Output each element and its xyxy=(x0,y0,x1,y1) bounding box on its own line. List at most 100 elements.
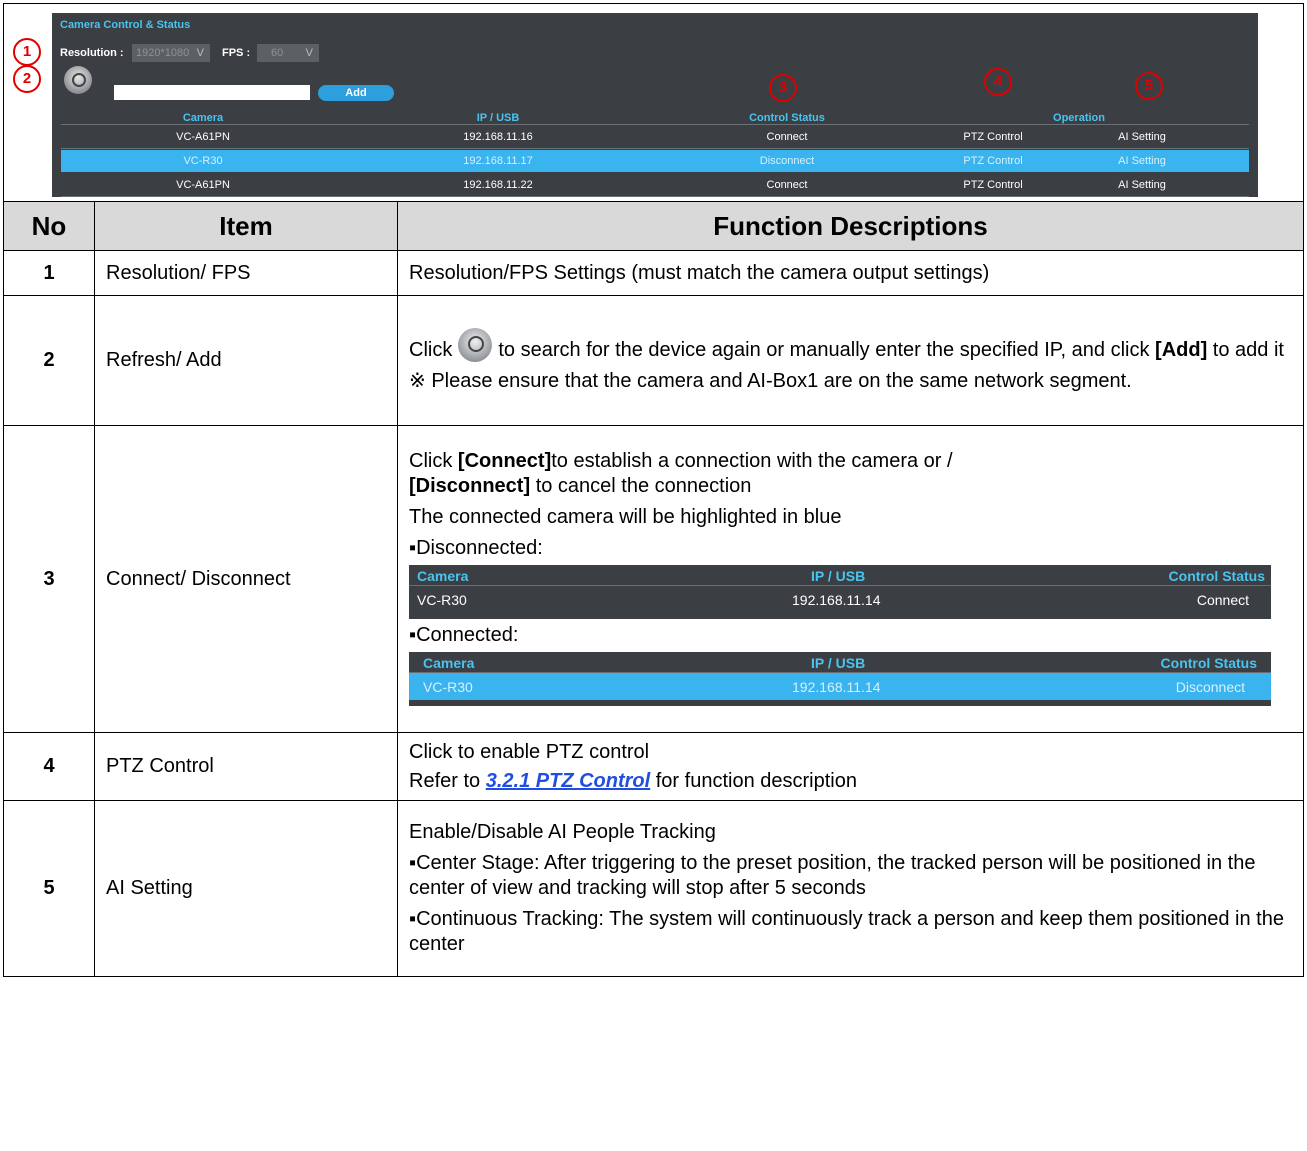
disconnected-example: Camera IP / USB Control Status VC-R30 19… xyxy=(409,564,1271,619)
col-operation: Operation xyxy=(1053,112,1105,124)
col-camera: Camera xyxy=(182,112,224,124)
camera-name: VC-A61PN xyxy=(176,179,230,191)
desc-text: to cancel the connection xyxy=(535,474,752,497)
desc-text: Click xyxy=(409,449,453,472)
mini-ip: 192.168.11.14 xyxy=(792,678,881,695)
disconnected-label: ▪Disconnected: xyxy=(409,536,543,559)
row-item: AI Setting xyxy=(94,800,398,977)
row-number: 4 xyxy=(3,732,95,801)
ptz-control-link[interactable]: PTZ Control xyxy=(963,155,1022,167)
desc-text: to establish a connection with the camer… xyxy=(551,449,953,472)
connected-example: Camera IP / USB Control Status VC-R30 19… xyxy=(409,651,1271,706)
camera-row[interactable]: VC-A61PN 192.168.11.16 Connect PTZ Contr… xyxy=(61,126,1249,148)
fps-label: FPS : xyxy=(222,47,251,59)
connect-link[interactable]: Connect xyxy=(1197,592,1249,610)
camera-name: VC-R30 xyxy=(183,155,223,167)
table-row: 3 Connect/ Disconnect Click [Connect]to … xyxy=(3,425,1305,733)
disconnect-link[interactable]: Disconnect xyxy=(1176,679,1245,697)
camera-control-panel: Camera Control & Status Resolution : 192… xyxy=(52,13,1258,197)
row-divider xyxy=(61,148,1249,149)
camera-row[interactable]: VC-A61PN 192.168.11.22 Connect PTZ Contr… xyxy=(61,174,1249,196)
note-text: ※ Please ensure that the camera and AI-B… xyxy=(409,369,1132,392)
desc-text: Refer to xyxy=(409,769,481,792)
ai-setting-link[interactable]: AI Setting xyxy=(1118,155,1166,167)
row-number: 5 xyxy=(3,800,95,977)
connect-link[interactable]: Connect xyxy=(767,131,808,143)
connect-link[interactable]: Connect xyxy=(767,179,808,191)
row-description: Enable/Disable AI People Tracking ▪Cente… xyxy=(396,800,1305,977)
resolution-select[interactable]: 1920*1080 V xyxy=(132,44,210,62)
add-button[interactable]: Add xyxy=(318,85,394,101)
table-row: 4 PTZ Control Click to enable PTZ contro… xyxy=(3,732,1305,801)
row-number: 1 xyxy=(3,250,95,296)
table-row: 5 AI Setting Enable/Disable AI People Tr… xyxy=(3,800,1305,977)
camera-row-selected[interactable]: VC-R30 192.168.11.17 Disconnect PTZ Cont… xyxy=(61,150,1249,172)
mini-col-status: Control Status xyxy=(1160,654,1257,671)
table-header: No Item Function Descriptions xyxy=(3,201,1305,251)
ai-setting-link[interactable]: AI Setting xyxy=(1118,179,1166,191)
desc-text: Click xyxy=(409,338,453,361)
desc-text: ▪Continuous Tracking: The system will co… xyxy=(409,908,1284,955)
row-description: Click to enable PTZ control Refer to 3.2… xyxy=(396,732,1305,801)
chevron-down-icon: V xyxy=(305,47,313,59)
callout-marker-5: 5 xyxy=(1135,72,1163,100)
mini-row: VC-R30 192.168.11.14 Disconnect xyxy=(409,672,1271,700)
chevron-down-icon: V xyxy=(196,47,204,59)
mini-col-camera: Camera xyxy=(417,567,469,584)
header-divider xyxy=(61,124,1249,125)
row-item: Connect/ Disconnect xyxy=(94,425,398,733)
row-description: Click [Connect]to establish a connection… xyxy=(396,425,1305,733)
row-item: PTZ Control xyxy=(94,732,398,801)
desc-text: to search for the device again or manual… xyxy=(498,338,1150,361)
row-description: Resolution/FPS Settings (must match the … xyxy=(396,250,1305,296)
resolution-value: 1920*1080 xyxy=(136,47,190,59)
mini-camera: VC-R30 xyxy=(423,678,473,695)
ai-setting-link[interactable]: AI Setting xyxy=(1118,131,1166,143)
desc-bold: [Connect] xyxy=(457,449,552,472)
desc-text: ▪Center Stage: After triggering to the p… xyxy=(409,852,1256,899)
header-desc: Function Descriptions xyxy=(396,201,1305,251)
disconnect-link[interactable]: Disconnect xyxy=(760,155,814,167)
mini-col-ip: IP / USB xyxy=(811,654,866,671)
desc-text: to add it xyxy=(1212,338,1284,361)
ptz-control-link[interactable]: PTZ Control xyxy=(963,131,1022,143)
header-no: No xyxy=(3,201,95,251)
fps-value: 60 xyxy=(271,47,284,59)
callout-marker-1: 1 xyxy=(13,38,41,66)
ptz-control-section-link[interactable]: 3.2.1 PTZ Control xyxy=(486,770,650,792)
row-divider xyxy=(61,196,1249,197)
row-item: Resolution/ FPS xyxy=(94,250,398,296)
row-item: Refresh/ Add xyxy=(94,295,398,426)
table-row: 2 Refresh/ Add Click to search for the de… xyxy=(3,295,1305,426)
fps-select[interactable]: 60 V xyxy=(257,44,319,62)
panel-title: Camera Control & Status xyxy=(60,19,191,31)
mini-col-ip: IP / USB xyxy=(811,567,866,584)
mini-camera: VC-R30 xyxy=(417,591,467,608)
ptz-control-link[interactable]: PTZ Control xyxy=(963,179,1022,191)
camera-ip: 192.168.11.17 xyxy=(463,155,533,167)
desc-text: Enable/Disable AI People Tracking xyxy=(409,821,716,843)
desc-text: Click to enable PTZ control xyxy=(409,740,650,763)
callout-marker-3: 3 xyxy=(769,74,797,102)
ip-input[interactable] xyxy=(114,85,310,100)
mini-col-status: Control Status xyxy=(1168,567,1265,584)
refresh-camera-icon[interactable] xyxy=(64,66,92,94)
table-row: 1 Resolution/ FPS Resolution/FPS Setting… xyxy=(3,250,1305,296)
desc-bold: [Add] xyxy=(1155,338,1208,361)
col-ip: IP / USB xyxy=(476,112,520,124)
resolution-label: Resolution : xyxy=(60,47,124,59)
function-table: Camera Control & Status Resolution : 192… xyxy=(2,3,1305,977)
callout-marker-2: 2 xyxy=(13,65,41,93)
mini-ip: 192.168.11.14 xyxy=(792,591,881,608)
desc-bold: [Disconnect] xyxy=(409,474,531,497)
row-number: 3 xyxy=(3,425,95,733)
refresh-camera-icon xyxy=(458,327,493,362)
mini-col-camera: Camera xyxy=(423,654,475,671)
callout-marker-4: 4 xyxy=(984,68,1012,96)
row-description: Click to search for the device again or m… xyxy=(396,295,1305,426)
row-number: 2 xyxy=(3,295,95,426)
camera-ip: 192.168.11.16 xyxy=(463,131,533,143)
camera-name: VC-A61PN xyxy=(176,131,230,143)
mini-row: VC-R30 192.168.11.14 Connect xyxy=(409,586,1271,613)
header-item: Item xyxy=(94,201,398,251)
